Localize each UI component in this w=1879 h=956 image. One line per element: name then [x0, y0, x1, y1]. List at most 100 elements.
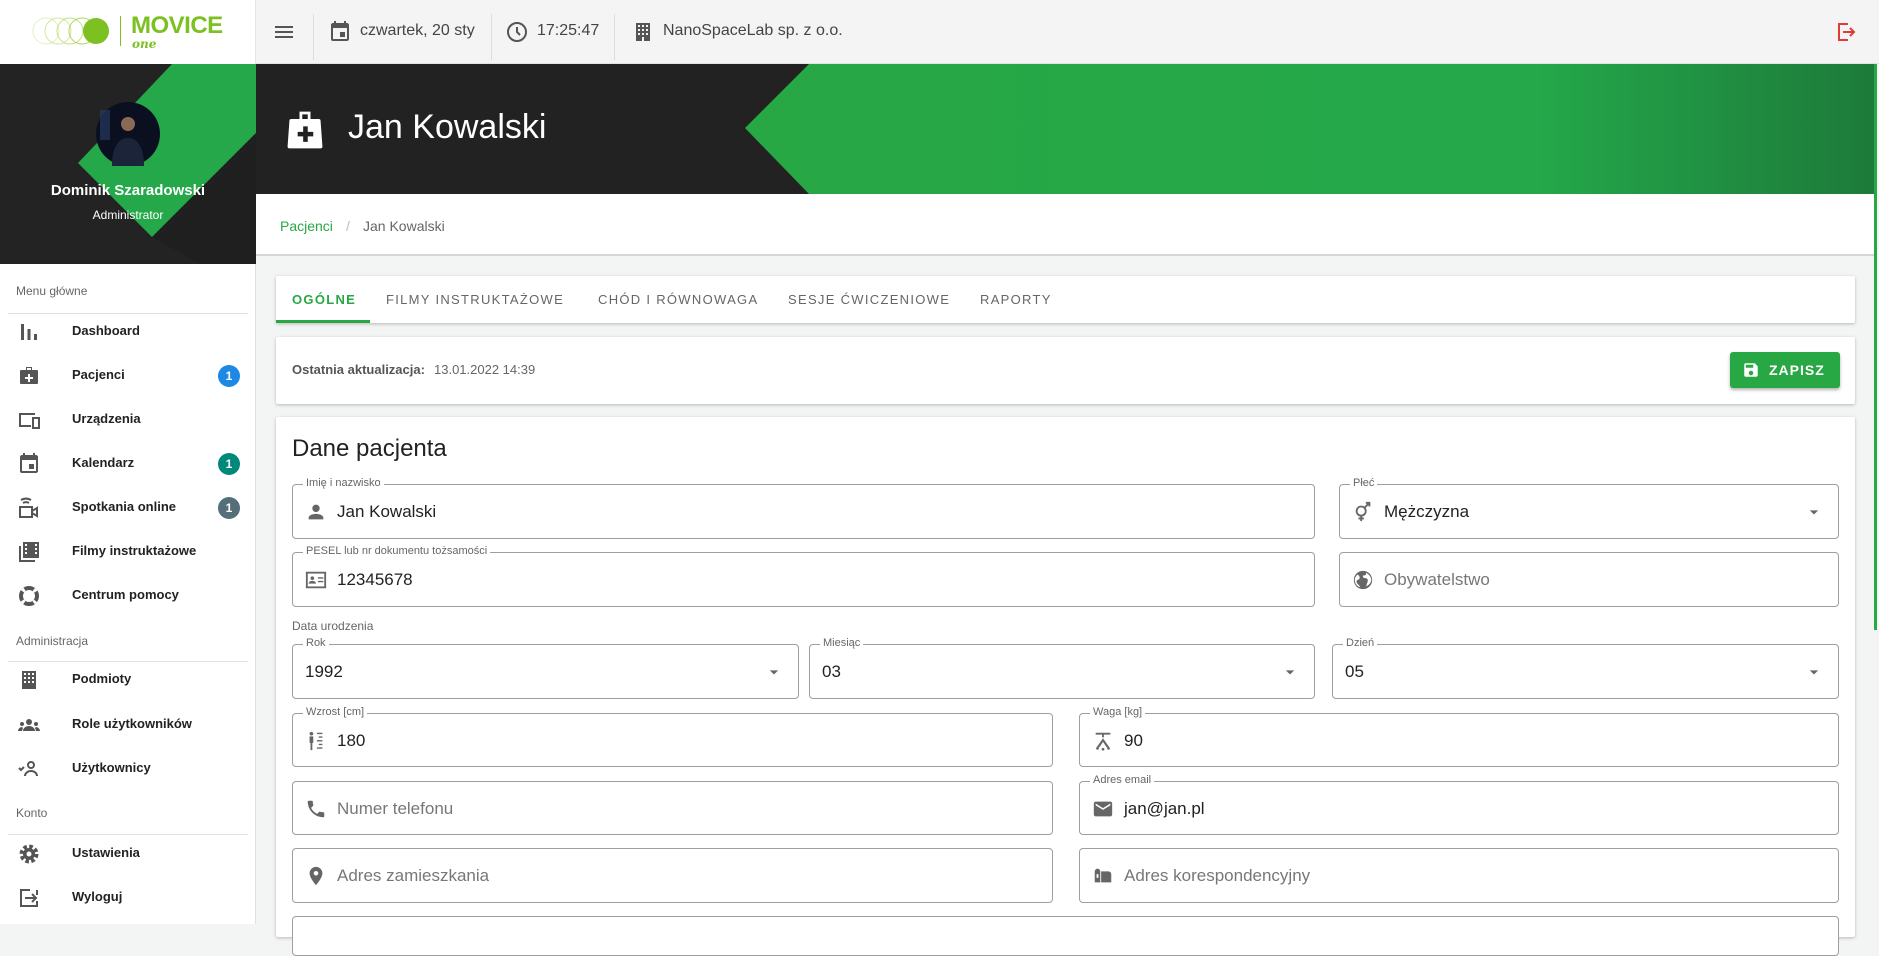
spotkania-badge: 1	[218, 497, 240, 519]
tab-filmy-instruktazowe[interactable]: FILMY INSTRUKTAŻOWE	[386, 292, 564, 307]
field-value: 12345678	[337, 570, 413, 589]
field-value: 03	[822, 662, 841, 681]
gear-icon	[19, 844, 39, 864]
logout-icon[interactable]	[1834, 20, 1858, 44]
company-name: NanoSpaceLab sp. z o.o.	[663, 22, 843, 39]
sidebar-item-label: Filmy instruktażowe	[72, 543, 197, 558]
building-icon	[22, 671, 36, 689]
height-field[interactable]: Wzrost [cm] 180	[292, 706, 1053, 767]
save-icon	[1744, 363, 1758, 377]
tab-ogolne[interactable]: OGÓLNE	[292, 292, 356, 307]
logo-rings-icon	[32, 17, 109, 45]
breadcrumb: Pacjenci / Jan Kowalski	[256, 194, 1875, 256]
video-library-icon	[19, 542, 39, 562]
user-role: Administrator	[92, 208, 164, 222]
email-field[interactable]: Adres email jan@jan.pl	[1079, 774, 1839, 835]
sidebar-item-uzytkownicy[interactable]: Użytkownicy	[0, 751, 256, 786]
field-value: Mężczyzna	[1384, 502, 1470, 521]
field-label: Adres email	[1090, 774, 1155, 786]
user-check-icon	[18, 761, 38, 777]
phone-field[interactable]: Numer telefonu	[292, 781, 1053, 835]
section-account: Konto	[16, 806, 48, 820]
additional-field[interactable]	[292, 916, 1839, 956]
birth-year-select[interactable]: Rok 1992	[292, 637, 799, 699]
sidebar-item-label: Pacjenci	[72, 367, 125, 382]
breadcrumb-pacjenci-link[interactable]: Pacjenci	[280, 218, 333, 234]
mail-address-field[interactable]: Adres korespondencyjny	[1079, 848, 1839, 903]
chevron-down-icon	[1285, 670, 1295, 675]
sidebar-item-dashboard[interactable]: Dashboard	[0, 314, 256, 349]
logout-icon	[20, 889, 38, 907]
sidebar-item-label: Dashboard	[72, 323, 140, 338]
sidebar-item-urzadzenia[interactable]: Urządzenia	[0, 402, 256, 437]
pesel-field[interactable]: PESEL lub nr dokumentu tożsamości 123456…	[292, 545, 1315, 607]
sidebar-item-centrum-pomocy[interactable]: Centrum pomocy	[0, 578, 256, 613]
save-button[interactable]: ZAPISZ	[1730, 352, 1840, 388]
sidebar-item-filmy[interactable]: Filmy instruktażowe	[0, 534, 256, 569]
user-name: Dominik Szaradowski	[50, 182, 206, 199]
gender-select[interactable]: Płeć Mężczyzna	[1339, 477, 1839, 539]
field-value: Jan Kowalski	[337, 502, 437, 521]
sidebar-item-role-uzytkownikow[interactable]: Role użytkowników	[0, 707, 256, 742]
brand-sub: one	[132, 37, 157, 51]
avatar[interactable]	[96, 102, 160, 166]
sidebar-item-label: Podmioty	[72, 671, 132, 686]
update-card: Ostatnia aktualizacja: 13.01.2022 14:39 …	[276, 337, 1855, 404]
sidebar-item-podmioty[interactable]: Podmioty	[0, 662, 256, 697]
profile-banner: Dominik Szaradowski Administrator	[0, 64, 256, 264]
field-placeholder: Adres korespondencyjny	[1124, 866, 1311, 885]
field-value: 1992	[305, 662, 343, 681]
lifebuoy-icon	[19, 586, 39, 606]
sidebar-item-kalendarz[interactable]: Kalendarz 1	[0, 446, 256, 481]
menu-toggle-icon[interactable]	[272, 20, 296, 44]
divider	[313, 14, 314, 60]
tab-sesje-cwiczeniowe[interactable]: SESJE ĆWICZENIOWE	[788, 292, 950, 307]
sidebar-item-wyloguj[interactable]: Wyloguj	[0, 880, 256, 915]
tab-raporty[interactable]: RAPORTY	[980, 292, 1052, 307]
weight-field[interactable]: Waga [kg] 90	[1079, 706, 1839, 767]
sidebar-item-label: Spotkania online	[72, 499, 177, 514]
field-label: Wzrost [cm]	[303, 706, 368, 718]
address-field[interactable]: Adres zamieszkania	[292, 848, 1053, 903]
breadcrumb-current: Jan Kowalski	[363, 218, 445, 234]
mailbox-icon	[1094, 868, 1112, 883]
form-title: Dane pacjenta	[292, 435, 447, 462]
citizenship-field[interactable]: Obywatelstwo	[1339, 552, 1839, 607]
divider	[491, 14, 492, 60]
divider	[8, 834, 248, 835]
sidebar-item-pacjenci[interactable]: Pacjenci 1	[0, 358, 256, 393]
scrollbar-thumb[interactable]	[1874, 64, 1877, 630]
gender-icon	[1355, 501, 1371, 522]
kalendarz-badge: 1	[218, 453, 240, 475]
tab-chod-i-rownowaga[interactable]: CHÓD I RÓWNOWAGA	[598, 292, 758, 307]
building-icon	[636, 23, 650, 41]
logo[interactable]: MOVICE one	[0, 0, 256, 64]
height-icon	[309, 731, 323, 751]
last-update-value: 13.01.2022 14:39	[434, 362, 536, 377]
name-field[interactable]: Imię i nazwisko Jan Kowalski	[292, 477, 1315, 539]
video-call-icon	[19, 497, 38, 518]
location-pin-icon	[309, 866, 323, 886]
sidebar-item-spotkania-online[interactable]: Spotkania online 1	[0, 490, 256, 525]
brand-name: MOVICE	[131, 12, 223, 39]
pacjenci-badge: 1	[218, 365, 240, 387]
field-placeholder: Adres zamieszkania	[337, 866, 490, 885]
medical-bag-icon	[287, 111, 323, 149]
page-title: Jan Kowalski	[348, 108, 547, 146]
sidebar-item-ustawienia[interactable]: Ustawienia	[0, 836, 256, 871]
page-header: Jan Kowalski	[256, 64, 1875, 194]
birth-date-label: Data urodzenia	[292, 619, 374, 633]
calendar-icon	[331, 21, 349, 41]
clock-icon	[507, 22, 527, 42]
sidebar-item-label: Centrum pomocy	[72, 587, 179, 602]
phone-icon	[307, 800, 325, 818]
chevron-down-icon	[1809, 670, 1819, 675]
field-label: Miesiąc	[820, 637, 864, 649]
birth-month-select[interactable]: Miesiąc 03	[809, 637, 1315, 699]
field-label: PESEL lub nr dokumentu tożsamości	[303, 545, 491, 557]
sidebar-item-label: Role użytkowników	[72, 716, 192, 731]
person-icon	[308, 504, 324, 520]
field-placeholder: Obywatelstwo	[1384, 570, 1490, 589]
chevron-down-icon	[1809, 510, 1819, 515]
birth-day-select[interactable]: Dzień 05	[1332, 637, 1839, 699]
